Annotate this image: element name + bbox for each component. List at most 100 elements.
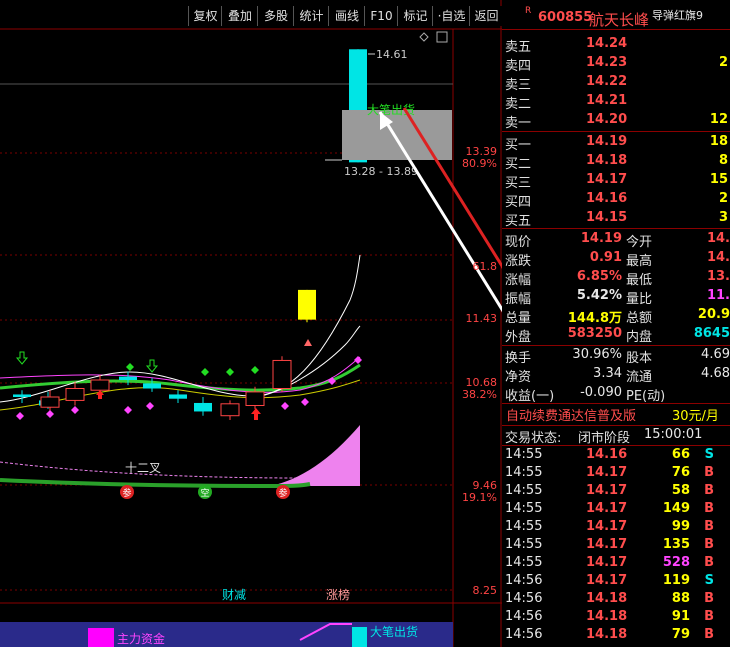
bid-volume: 18 bbox=[709, 134, 728, 149]
bid-label: 买五 bbox=[505, 214, 532, 229]
candle-body bbox=[298, 289, 316, 320]
tick-time: 14:56 bbox=[505, 627, 543, 642]
candle-body bbox=[194, 402, 212, 412]
bid-price: 14.19 bbox=[586, 134, 628, 149]
ask-label: 卖三 bbox=[505, 78, 532, 93]
kline-chart[interactable]: 14.61 大笔出货 13.28 - 13.89 13.3980.9%11.43… bbox=[0, 0, 502, 647]
tick-price: 14.17 bbox=[586, 483, 628, 498]
ask-label: 卖五 bbox=[505, 40, 532, 55]
bid-price: 14.17 bbox=[586, 172, 628, 187]
signal-badge-text: 参 bbox=[278, 487, 287, 499]
diamond-icon[interactable] bbox=[419, 32, 429, 42]
stat-value-2: 11. bbox=[706, 288, 730, 303]
bid-price: 14.16 bbox=[586, 191, 628, 206]
tick-side: B bbox=[704, 627, 714, 642]
candle-body bbox=[169, 394, 187, 399]
toolbar-button-2[interactable]: 多股 bbox=[257, 6, 294, 26]
toolbar-button-0[interactable]: 复权 bbox=[188, 6, 222, 26]
tick-side: B bbox=[704, 483, 714, 498]
bid-label: 买二 bbox=[505, 157, 532, 172]
stat-label: 总量 bbox=[505, 311, 532, 326]
promo-price[interactable]: 30元/月 bbox=[672, 405, 719, 424]
axis-price-label: 8.25 bbox=[473, 584, 498, 597]
stat-label: 涨跌 bbox=[505, 254, 532, 269]
candle-body bbox=[13, 394, 31, 398]
candle-body bbox=[272, 359, 292, 390]
bid-label: 买四 bbox=[505, 195, 532, 210]
high-price-label: 14.61 bbox=[376, 48, 408, 61]
ask-price: 14.23 bbox=[586, 55, 628, 70]
tick-volume: 135 bbox=[662, 537, 690, 552]
down-arrow-icon bbox=[15, 351, 29, 365]
toolbar-button-4[interactable]: 画线 bbox=[328, 6, 365, 26]
tick-side: S bbox=[704, 447, 714, 462]
annotation-box bbox=[342, 110, 452, 160]
bid-price: 14.18 bbox=[586, 153, 628, 168]
indicator-label: 主力资金 bbox=[117, 631, 165, 646]
tick-price: 14.18 bbox=[586, 609, 628, 624]
down-arrow-icon-2 bbox=[145, 359, 159, 373]
bid-volume: 3 bbox=[718, 210, 728, 225]
signal-badge-text: 参 bbox=[122, 487, 131, 499]
window-restore-icon[interactable] bbox=[436, 31, 448, 43]
tick-price: 14.17 bbox=[586, 519, 628, 534]
stat2-label: 净资 bbox=[505, 370, 532, 385]
tab-zhangbang[interactable]: 涨榜 bbox=[326, 587, 350, 602]
stat-label-2: 量比 bbox=[626, 292, 653, 307]
tick-volume: 528 bbox=[662, 555, 690, 570]
bid-label: 买一 bbox=[505, 138, 532, 153]
stat-label: 外盘 bbox=[505, 330, 532, 345]
stat-value: 6.85% bbox=[576, 269, 622, 284]
magenta-diamond-markers bbox=[16, 356, 362, 420]
stat-label-2: 最低 bbox=[626, 273, 653, 288]
tick-volume: 76 bbox=[671, 465, 690, 480]
tick-volume: 58 bbox=[671, 483, 690, 498]
stat-value-2: 20.9 bbox=[697, 307, 730, 322]
toolbar-button-8[interactable]: 返回 bbox=[469, 6, 503, 26]
tick-price: 14.17 bbox=[586, 573, 628, 588]
panel-separator bbox=[502, 131, 730, 132]
ask-price: 14.20 bbox=[586, 112, 628, 127]
candles bbox=[13, 49, 367, 420]
indicator-legend-swatch bbox=[88, 628, 114, 647]
stat2-label: 收益(一) bbox=[505, 389, 555, 404]
tick-time: 14:55 bbox=[505, 519, 543, 534]
promo-text[interactable]: 自动续费通达信普及版 bbox=[506, 405, 636, 424]
tick-volume: 91 bbox=[671, 609, 690, 624]
toolbar-button-6[interactable]: 标记 bbox=[397, 6, 433, 26]
ask-price: 14.21 bbox=[586, 93, 628, 108]
tick-time: 14:56 bbox=[505, 573, 543, 588]
tab-caijian[interactable]: 财减 bbox=[222, 588, 246, 602]
stat-value-2: 8645 bbox=[693, 326, 730, 341]
status-time: 15:00:01 bbox=[644, 427, 703, 442]
stat2-label-2: 股本 bbox=[626, 351, 653, 366]
axis-price-label: 11.43 bbox=[466, 312, 498, 325]
stat-label: 涨幅 bbox=[505, 273, 532, 288]
tick-price: 14.18 bbox=[586, 627, 628, 642]
candle-body bbox=[143, 383, 161, 389]
tick-side: B bbox=[704, 537, 714, 552]
candle-body bbox=[40, 396, 60, 408]
ask-label: 卖二 bbox=[505, 97, 532, 112]
panel-separator bbox=[502, 403, 730, 404]
candle-body bbox=[245, 391, 265, 407]
tick-volume: 88 bbox=[671, 591, 690, 606]
toolbar-button-5[interactable]: F10 bbox=[364, 6, 398, 26]
cross-label: 十二叉 bbox=[125, 461, 161, 475]
tick-side: B bbox=[704, 609, 714, 624]
stat-label-2: 最高 bbox=[626, 254, 653, 269]
candle-body bbox=[119, 376, 137, 381]
toolbar-button-3[interactable]: 统计 bbox=[293, 6, 329, 26]
stat-label-2: 总额 bbox=[626, 311, 653, 326]
bid-volume: 8 bbox=[718, 153, 728, 168]
stat-value: 5.42% bbox=[576, 288, 622, 303]
stat2-value-2: 4.68 bbox=[701, 366, 730, 381]
panel-separator bbox=[502, 425, 730, 426]
r-mark: R bbox=[525, 6, 532, 16]
tick-volume: 79 bbox=[671, 627, 690, 642]
toolbar-button-7[interactable]: ·自选 bbox=[432, 6, 470, 26]
toolbar-button-1[interactable]: 叠加 bbox=[221, 6, 258, 26]
stat-value: 583250 bbox=[567, 326, 622, 341]
tick-price: 14.18 bbox=[586, 591, 628, 606]
stat-label-2: 今开 bbox=[626, 235, 653, 250]
